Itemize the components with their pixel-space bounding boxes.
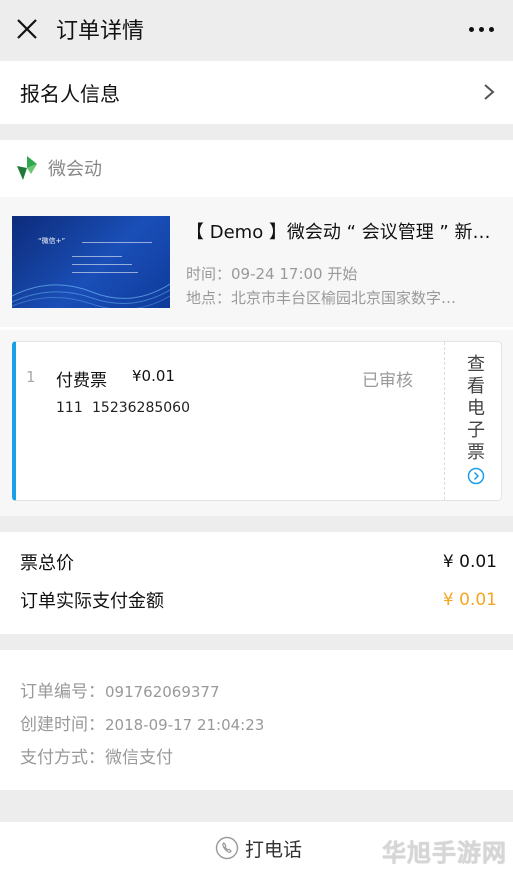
event-place: 地点：北京市丰台区榆园北京国家数字… (186, 287, 504, 308)
thumbnail-wave-graphic (12, 283, 170, 308)
created-time-value: 2018-09-17 21:04:23 (105, 716, 265, 734)
registrant-info-label: 报名人信息 (20, 82, 120, 106)
event-time-label: 时间： (186, 265, 232, 283)
total-price-row: 票总价 ¥ 0.01 (20, 550, 497, 574)
call-button[interactable]: 打电话 (215, 835, 302, 862)
event-time-value: 09-24 17:00 开始 (231, 265, 358, 283)
call-button-label: 打电话 (244, 838, 302, 861)
order-number-value: 091762069377 (105, 683, 220, 701)
phone-icon (215, 836, 239, 860)
totals-section: 票总价 ¥ 0.01 订单实际支付金额 ¥ 0.01 (0, 532, 513, 634)
ticket-holder-phone: 15236285060 (92, 400, 190, 416)
ticket-price: ¥0.01 (132, 367, 175, 385)
top-bar: 订单详情 (0, 0, 513, 58)
event-place-label: 地点： (186, 289, 232, 307)
brand-logo-icon (17, 156, 37, 180)
event-thumbnail: “微信+” (12, 216, 170, 308)
registrant-info-row[interactable]: 报名人信息 (0, 61, 513, 124)
payment-method-label: 支付方式： (20, 748, 105, 768)
ticket-status: 已审核 (362, 371, 413, 391)
order-meta-section: 订单编号：091762069377 创建时间：2018-09-17 21:04:… (0, 650, 513, 790)
order-number-label: 订单编号： (20, 682, 105, 702)
more-dot-icon (468, 26, 474, 32)
brand-name: 微会动 (48, 159, 102, 180)
page-title: 订单详情 (56, 19, 145, 44)
ticket-name: 付费票 (56, 371, 107, 391)
arrow-circle-right-icon (467, 467, 485, 485)
ticket-divider (444, 342, 445, 500)
thumbnail-text-line (72, 264, 132, 265)
chevron-right-icon (484, 84, 495, 100)
more-dot-icon (478, 26, 484, 32)
thumbnail-title: “微信+” (38, 237, 66, 245)
ticket-holder-name: 111 (56, 400, 83, 416)
paid-amount-value: ¥ 0.01 (442, 590, 497, 610)
thumbnail-text-line (72, 256, 122, 257)
ticket-area: 1 付费票 ¥0.01 已审核 111 15236285060 查看电子票 (0, 330, 513, 516)
close-icon (17, 19, 37, 39)
watermark-logo: 华旭手游网 (382, 839, 507, 867)
more-dot-icon (488, 26, 494, 32)
brand-row: 微会动 (0, 140, 513, 196)
paid-amount-row: 订单实际支付金额 ¥ 0.01 (20, 588, 497, 612)
payment-method-value: 微信支付 (105, 748, 173, 768)
thumbnail-text-line (82, 242, 152, 243)
ticket-index: 1 (26, 368, 36, 386)
event-place-value: 北京市丰台区榆园北京国家数字… (231, 289, 457, 307)
paid-amount-label: 订单实际支付金额 (20, 591, 164, 612)
view-eticket-button[interactable]: 查看电子票 (450, 354, 502, 490)
total-price-value: ¥ 0.01 (442, 552, 497, 572)
event-title: 【 Demo 】微会动 “ 会议管理 ” 新… (186, 222, 491, 243)
ticket-card: 1 付费票 ¥0.01 已审核 111 15236285060 查看电子票 (12, 341, 502, 501)
order-number: 订单编号：091762069377 (20, 677, 220, 702)
close-button[interactable] (0, 0, 54, 58)
total-price-label: 票总价 (20, 553, 74, 574)
created-time-label: 创建时间： (20, 715, 105, 735)
created-time: 创建时间：2018-09-17 21:04:23 (20, 710, 264, 735)
more-options-button[interactable] (461, 12, 501, 46)
event-time: 时间：09-24 17:00 开始 (186, 263, 504, 284)
payment-method: 支付方式：微信支付 (20, 743, 173, 768)
view-eticket-label: 查看电子票 (467, 354, 485, 463)
